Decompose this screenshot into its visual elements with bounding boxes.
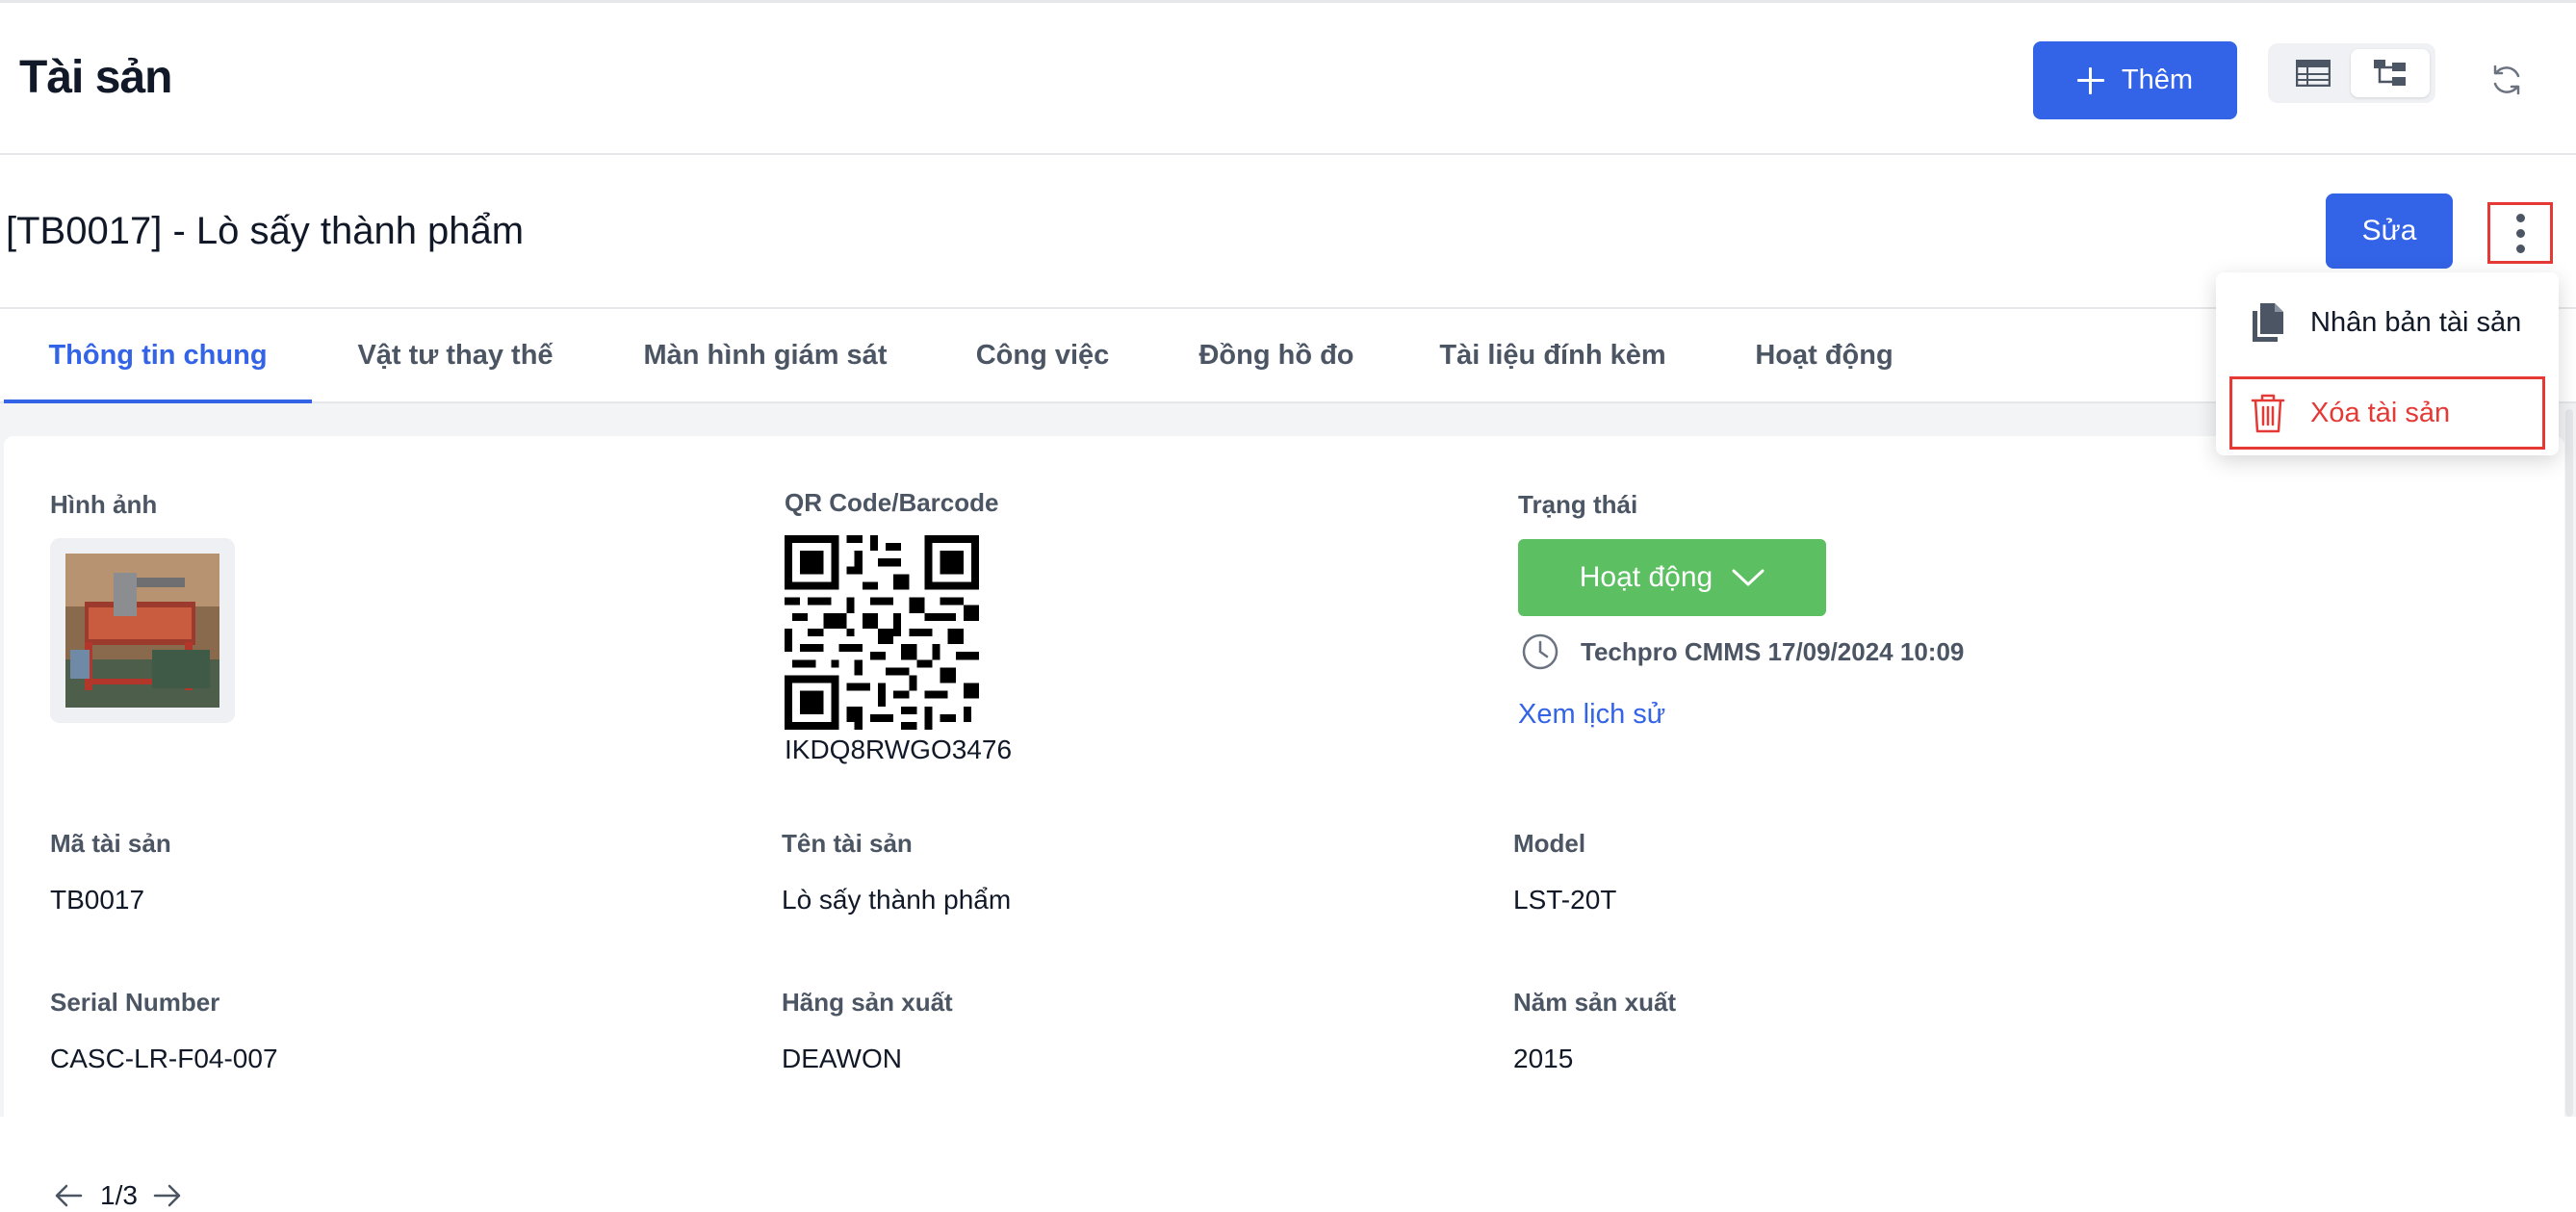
chevron-down-icon (1732, 569, 1765, 586)
more-options-button[interactable] (2487, 202, 2553, 264)
delete-asset-label: Xóa tài sản (2310, 397, 2451, 428)
manufacturer-label: Hãng sản xuất (782, 988, 953, 1017)
add-button-label: Thêm (2121, 64, 2194, 95)
asset-code-value: TB0017 (50, 885, 145, 915)
tree-view-icon (2374, 60, 2406, 86)
manufacturer-value: DEAWON (782, 1044, 902, 1073)
serial-number-value: CASC-LR-F04-007 (50, 1044, 278, 1073)
manufacture-year-label: Năm sản xuất (1513, 988, 1677, 1017)
asset-photo (65, 554, 219, 708)
qr-code-image (785, 535, 979, 730)
asset-name-label: Tên tài sản (782, 829, 913, 858)
serial-number-label: Serial Number (50, 988, 220, 1017)
more-options-menu: Nhân bản tài sản Xóa tài sản (2216, 272, 2559, 455)
tab-work-orders[interactable]: Công việc (955, 309, 1130, 401)
status-value: Hoạt động (1579, 561, 1713, 593)
status-meta-text: Techpro CMMS 17/09/2024 10:09 (1581, 636, 1965, 666)
image-pager: 1/3 (52, 1179, 184, 1212)
more-vertical-icon (2515, 213, 2525, 222)
trash-icon (2251, 394, 2285, 433)
refresh-button[interactable] (2486, 59, 2528, 101)
image-thumbnail[interactable] (50, 538, 235, 723)
tab-activity[interactable]: Hoạt động (1744, 309, 1904, 401)
tab-bar: Thông tin chung Vật tư thay thế Màn hình… (0, 309, 2576, 403)
duplicate-asset-menu-item[interactable]: Nhân bản tài sản (2229, 286, 2545, 359)
asset-detail-title: [TB0017] - Lò sấy thành phẩm (6, 210, 525, 252)
image-label: Hình ảnh (50, 490, 158, 519)
pager-count: 1/3 (100, 1180, 138, 1210)
tab-monitoring[interactable]: Màn hình giám sát (626, 309, 905, 401)
plus-icon (2076, 66, 2104, 94)
general-info-card: Hình ảnh 1/3 QR Code/Barcode IKDQ8RWGO34… (4, 436, 2564, 1210)
tab-attachments[interactable]: Tài liệu đính kèm (1427, 309, 1679, 401)
arrow-left-icon[interactable] (52, 1181, 85, 1210)
page-title: Tài sản (19, 52, 172, 103)
duplicate-asset-label: Nhân bản tài sản (2310, 306, 2522, 338)
asset-name-value: Lò sấy thành phẩm (782, 885, 1012, 915)
edit-button[interactable]: Sửa (2326, 193, 2453, 269)
qr-code-value: IKDQ8RWGO3476 (785, 735, 1013, 764)
delete-asset-menu-item[interactable]: Xóa tài sản (2229, 376, 2545, 450)
top-header: Tài sản Thêm (0, 0, 2576, 155)
table-view-icon (2296, 60, 2331, 87)
duplicate-icon (2253, 303, 2283, 342)
table-view-button[interactable] (2274, 49, 2353, 97)
qr-label: QR Code/Barcode (785, 488, 999, 517)
manufacture-year-value: 2015 (1513, 1044, 1574, 1073)
scrollbar[interactable] (2565, 409, 2573, 1117)
add-button[interactable]: Thêm (2033, 41, 2237, 119)
refresh-icon (2493, 64, 2520, 95)
tab-meters[interactable]: Đồng hồ đo (1182, 309, 1371, 401)
tab-spare-parts[interactable]: Vật tư thay thế (339, 309, 572, 401)
model-value: LST-20T (1513, 885, 1617, 915)
view-toggle (2268, 43, 2435, 103)
model-label: Model (1513, 829, 1586, 858)
tree-view-button[interactable] (2351, 49, 2430, 97)
clock-icon (1522, 633, 1558, 670)
status-meta: Techpro CMMS 17/09/2024 10:09 (1521, 632, 1964, 671)
arrow-right-icon[interactable] (151, 1181, 184, 1210)
status-dropdown[interactable]: Hoạt động (1518, 539, 1826, 616)
status-label: Trạng thái (1518, 490, 1638, 519)
asset-code-label: Mã tài sản (50, 829, 171, 858)
view-history-link[interactable]: Xem lịch sử (1518, 699, 1665, 731)
tab-general-info[interactable]: Thông tin chung (4, 309, 312, 403)
